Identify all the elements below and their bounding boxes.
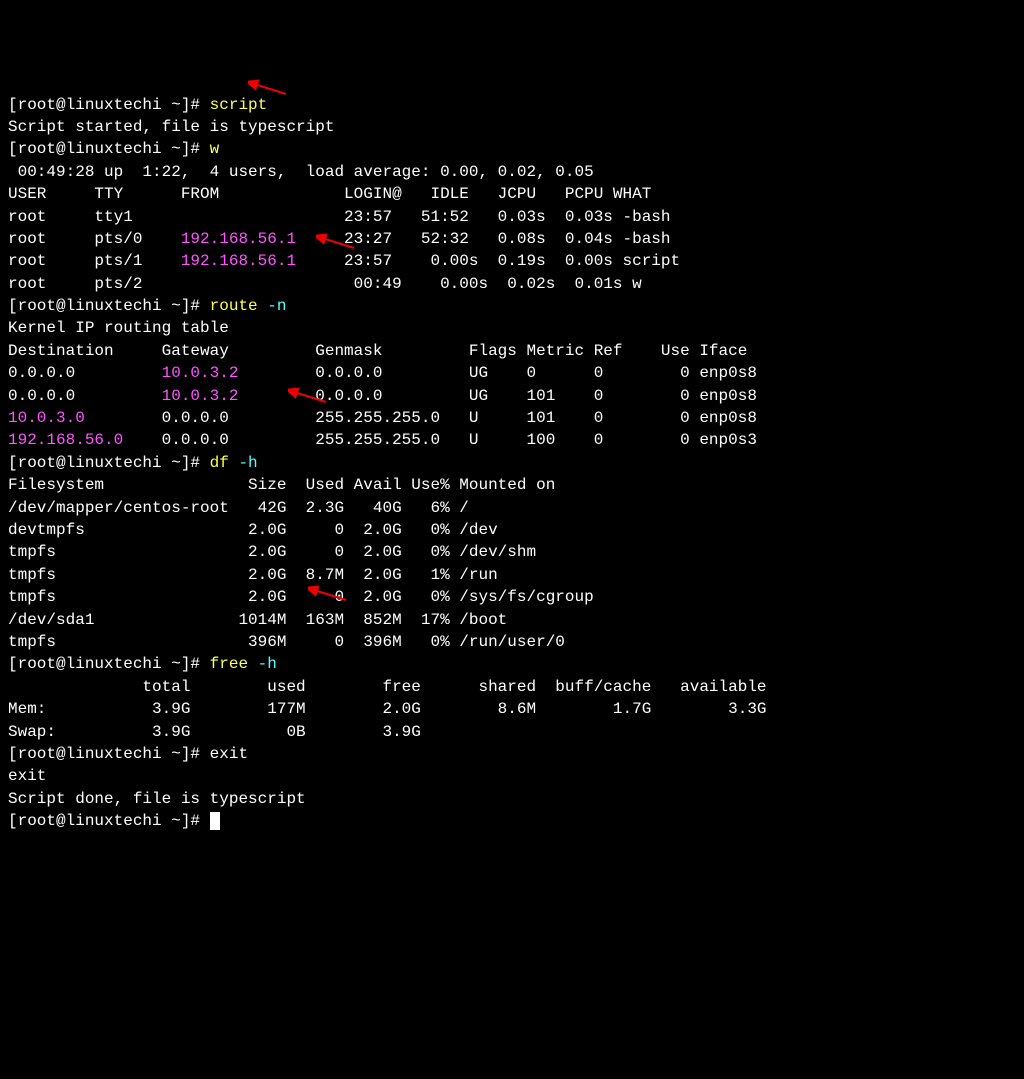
command-free-flag: -h	[258, 655, 277, 673]
df-row: /dev/sda1 1014M 163M 852M 17% /boot	[8, 611, 507, 629]
free-header: total used free shared buff/cache availa…	[8, 678, 767, 696]
free-row: Mem: 3.9G 177M 2.0G 8.6M 1.7G 3.3G	[8, 700, 767, 718]
prompt: [root@linuxtechi ~]#	[8, 812, 210, 830]
terminal-output[interactable]: [root@linuxtechi ~]# script Script start…	[8, 94, 1016, 833]
prompt: [root@linuxtechi ~]#	[8, 745, 210, 763]
route-row: 192.168.56.0 0.0.0.0 255.255.255.0 U 100…	[8, 431, 757, 449]
w-row: root pts/0 192.168.56.1 23:27 52:32 0.08…	[8, 230, 671, 248]
command-df-flag: -h	[238, 454, 257, 472]
w-header: USER TTY FROM LOGIN@ IDLE JCPU PCPU WHAT	[8, 185, 651, 203]
destination: 10.0.3.0	[8, 409, 85, 427]
route-row: 10.0.3.0 0.0.0.0 255.255.255.0 U 101 0 0…	[8, 409, 757, 427]
destination: 192.168.56.0	[8, 431, 123, 449]
ip-address: 192.168.56.1	[181, 230, 296, 248]
route-title: Kernel IP routing table	[8, 319, 229, 337]
df-row: /dev/mapper/centos-root 42G 2.3G 40G 6% …	[8, 499, 469, 517]
df-row: tmpfs 2.0G 0 2.0G 0% /dev/shm	[8, 543, 536, 561]
gateway: 10.0.3.2	[162, 387, 239, 405]
output-line: Script started, file is typescript	[8, 118, 334, 136]
prompt: [root@linuxtechi ~]#	[8, 297, 210, 315]
df-row: tmpfs 2.0G 0 2.0G 0% /sys/fs/cgroup	[8, 588, 594, 606]
command-df: df	[210, 454, 239, 472]
df-row: devtmpfs 2.0G 0 2.0G 0% /dev	[8, 521, 498, 539]
df-row: tmpfs 396M 0 396M 0% /run/user/0	[8, 633, 565, 651]
w-row: root pts/2 00:49 0.00s 0.02s 0.01s w	[8, 275, 642, 293]
w-row: root pts/1 192.168.56.1 23:57 0.00s 0.19…	[8, 252, 680, 270]
command-route-flag: -n	[267, 297, 286, 315]
route-header: Destination Gateway Genmask Flags Metric…	[8, 342, 747, 360]
prompt: [root@linuxtechi ~]#	[8, 454, 210, 472]
prompt: [root@linuxtechi ~]#	[8, 140, 210, 158]
df-row: tmpfs 2.0G 8.7M 2.0G 1% /run	[8, 566, 498, 584]
df-header: Filesystem Size Used Avail Use% Mounted …	[8, 476, 555, 494]
route-row: 0.0.0.0 10.0.3.2 0.0.0.0 UG 101 0 0 enp0…	[8, 387, 757, 405]
command-exit: exit	[210, 745, 248, 763]
script-done: Script done, file is typescript	[8, 790, 306, 808]
ip-address: 192.168.56.1	[181, 252, 296, 270]
exit-echo: exit	[8, 767, 46, 785]
cursor	[210, 812, 220, 830]
prompt: [root@linuxtechi ~]#	[8, 655, 210, 673]
free-row: Swap: 3.9G 0B 3.9G	[8, 723, 421, 741]
prompt: [root@linuxtechi ~]#	[8, 96, 210, 114]
route-row: 0.0.0.0 10.0.3.2 0.0.0.0 UG 0 0 0 enp0s8	[8, 364, 757, 382]
command-script: script	[210, 96, 268, 114]
uptime-line: 00:49:28 up 1:22, 4 users, load average:…	[8, 163, 594, 181]
command-free: free	[210, 655, 258, 673]
command-w: w	[210, 140, 220, 158]
w-row: root tty1 23:57 51:52 0.03s 0.03s -bash	[8, 208, 671, 226]
gateway: 10.0.3.2	[162, 364, 239, 382]
command-route: route	[210, 297, 268, 315]
